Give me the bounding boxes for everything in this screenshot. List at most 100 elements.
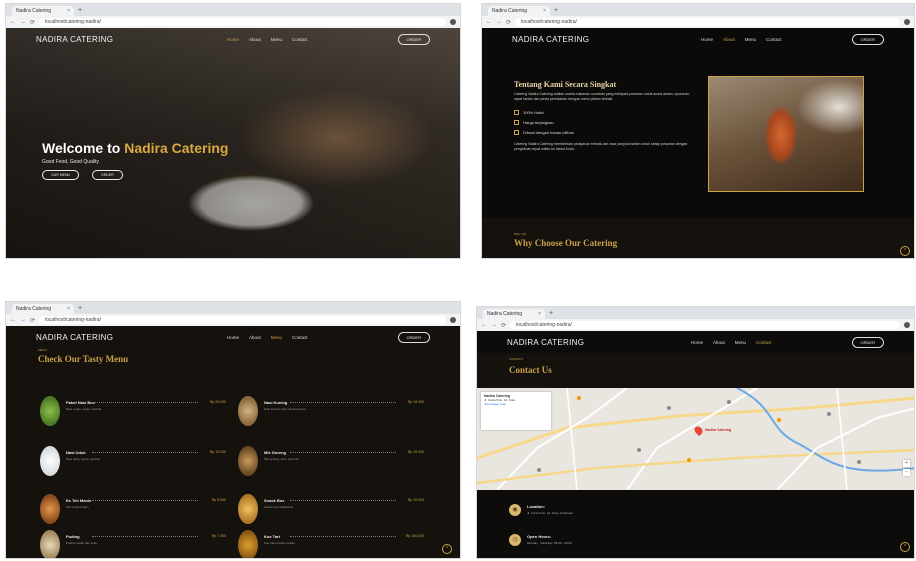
menu-item[interactable]: Paket Nasi Box Rp 25.000 Nasi, ayam, say… (40, 396, 226, 426)
reload-icon[interactable]: ⟳ (30, 19, 35, 26)
forward-icon[interactable]: → (491, 322, 497, 328)
new-tab-icon[interactable]: + (554, 6, 558, 16)
forward-icon[interactable]: → (496, 19, 502, 25)
profile-icon[interactable] (450, 317, 456, 323)
new-tab-icon[interactable]: + (549, 309, 553, 319)
menu-item[interactable]: Snack Box Rp 10.000 Aneka kue tradisiona… (238, 494, 424, 524)
scroll-top-icon[interactable]: ^ (442, 544, 452, 554)
menu-item[interactable]: Nasi Kuning Rp 15.000 Nasi kuning, telur… (238, 396, 424, 426)
map-larger-link[interactable]: View larger map (484, 402, 548, 406)
nav-menu-link[interactable]: Menu (735, 340, 746, 345)
brand-logo[interactable]: NADIRA CATERING (507, 338, 584, 347)
check-label: Dibuat dengan bahan pilihan (523, 130, 574, 135)
zoom-out-icon[interactable]: − (903, 469, 910, 476)
menu-item-desc: Nasi kuning, telur, kering tempe (264, 407, 307, 411)
browser-tab[interactable]: Nadira Catering × (12, 304, 74, 314)
profile-icon[interactable] (904, 19, 910, 25)
address-bar[interactable]: localhost/catering-nadira/ (39, 18, 446, 26)
brand-logo[interactable]: NADIRA CATERING (36, 35, 113, 44)
nav-menu-link[interactable]: Menu (745, 37, 756, 42)
browser-tab[interactable]: Nadira Catering × (483, 309, 545, 319)
new-tab-icon[interactable]: + (78, 6, 82, 16)
nav-home[interactable]: Home (691, 340, 703, 345)
new-tab-icon[interactable]: + (78, 304, 82, 314)
contact-info: ◉ Location: Jl. Contoh No. 12, Kota, Ind… (477, 490, 914, 558)
nav-contact[interactable]: Contact (766, 37, 782, 42)
nav-about[interactable]: About (713, 340, 725, 345)
map-poi-icon[interactable] (727, 400, 731, 404)
forward-icon[interactable]: → (20, 19, 26, 25)
tab-close-icon[interactable]: × (538, 311, 541, 317)
address-bar[interactable]: localhost/catering-nadira/ (39, 316, 446, 324)
menu-item-name: Nasi Kuning (264, 400, 288, 405)
hero-title-highlight: Nadira Catering (124, 140, 229, 156)
nav-contact[interactable]: Contact (756, 340, 772, 345)
back-icon[interactable]: ← (486, 19, 492, 25)
nav-contact[interactable]: Contact (292, 335, 308, 340)
menu-small-label: MENU (38, 348, 47, 352)
nav-home[interactable]: Home (227, 37, 239, 42)
scroll-top-icon[interactable]: ^ (900, 542, 910, 552)
order-button[interactable]: ORDER (397, 33, 430, 45)
order-button[interactable]: ORDER (397, 331, 430, 343)
map-poi-icon[interactable] (577, 396, 581, 400)
order-button[interactable]: ORDER (851, 33, 884, 45)
nav-contact[interactable]: Contact (292, 37, 308, 42)
menu-item[interactable]: Es Teh Manis Rp 5.000 Teh manis dingin (40, 494, 226, 524)
map-poi-icon[interactable] (777, 418, 781, 422)
navbar: NADIRA CATERING Home About Menu Contact … (6, 326, 460, 348)
back-icon[interactable]: ← (10, 19, 16, 25)
hero-order-button[interactable]: ORDER (92, 170, 123, 180)
scroll-top-icon[interactable]: ^ (900, 246, 910, 256)
browser-tab[interactable]: Nadira Catering × (12, 6, 74, 16)
menu-item-price: Rp 10.000 (407, 498, 424, 502)
nav-menu-link[interactable]: Menu (271, 37, 282, 42)
hours-detail: Monday - Saturday: 08.00 - 20.00 (527, 541, 572, 545)
reload-icon[interactable]: ⟳ (501, 322, 506, 329)
menu-thumb (238, 446, 258, 476)
nav-about[interactable]: About (723, 37, 735, 42)
menu-item[interactable]: Puding Rp 7.000 Puding coklat dan susu (40, 530, 226, 558)
profile-icon[interactable] (450, 19, 456, 25)
reload-icon[interactable]: ⟳ (506, 19, 511, 26)
our-menu-button[interactable]: OUR MENU (42, 170, 80, 180)
location-title: Location: (527, 504, 545, 509)
browser-tab[interactable]: Nadira Catering × (488, 6, 550, 16)
about-text: Catering Nadira Catering adalah usaha ma… (514, 92, 690, 101)
nav-about[interactable]: About (249, 335, 261, 340)
address-bar[interactable]: localhost/catering-nadira/ (515, 18, 900, 26)
menu-item[interactable]: Kue Tart Rp 150.000 Kue ulang tahun cokl… (238, 530, 424, 558)
map-poi-icon[interactable] (857, 460, 861, 464)
map-poi-icon[interactable] (827, 412, 831, 416)
reload-icon[interactable]: ⟳ (30, 317, 35, 324)
menu-item-price: Rp 15.000 (407, 400, 424, 404)
brand-logo[interactable]: NADIRA CATERING (512, 35, 589, 44)
map-poi-icon[interactable] (537, 468, 541, 472)
nav-home[interactable]: Home (701, 37, 713, 42)
navbar: NADIRA CATERING Home About Menu Contact … (6, 28, 460, 50)
nav-menu-link[interactable]: Menu (271, 335, 282, 340)
order-button[interactable]: ORDER (851, 336, 884, 348)
tab-close-icon[interactable]: × (67, 8, 70, 14)
menu-item[interactable]: Nasi Uduk Rp 15.000 Nasi uduk, ayam, sam… (40, 446, 226, 476)
google-map[interactable]: Nadira Catering Jl. Contoh No. 12, Kota … (477, 388, 914, 490)
tab-close-icon[interactable]: × (543, 8, 546, 14)
menu-item-desc: Kue ulang tahun coklat (264, 541, 295, 545)
navbar: NADIRA CATERING Home About Menu Contact … (477, 331, 914, 353)
nav-about[interactable]: About (249, 37, 261, 42)
back-icon[interactable]: ← (481, 322, 487, 328)
forward-icon[interactable]: → (20, 317, 26, 323)
map-poi-icon[interactable] (667, 406, 671, 410)
tab-title: Nadira Catering (487, 311, 523, 317)
zoom-in-icon[interactable]: + (903, 460, 910, 467)
map-poi-icon[interactable] (637, 448, 641, 452)
hours-title: Open Hours: (527, 534, 552, 539)
brand-logo[interactable]: NADIRA CATERING (36, 333, 113, 342)
profile-icon[interactable] (904, 322, 910, 328)
menu-item[interactable]: Mie Goreng Rp 15.000 Mie goreng, telur, … (238, 446, 424, 476)
nav-home[interactable]: Home (227, 335, 239, 340)
address-bar[interactable]: localhost/catering-nadira/ (510, 321, 900, 329)
back-icon[interactable]: ← (10, 317, 16, 323)
tab-close-icon[interactable]: × (67, 306, 70, 312)
map-poi-icon[interactable] (687, 458, 691, 462)
